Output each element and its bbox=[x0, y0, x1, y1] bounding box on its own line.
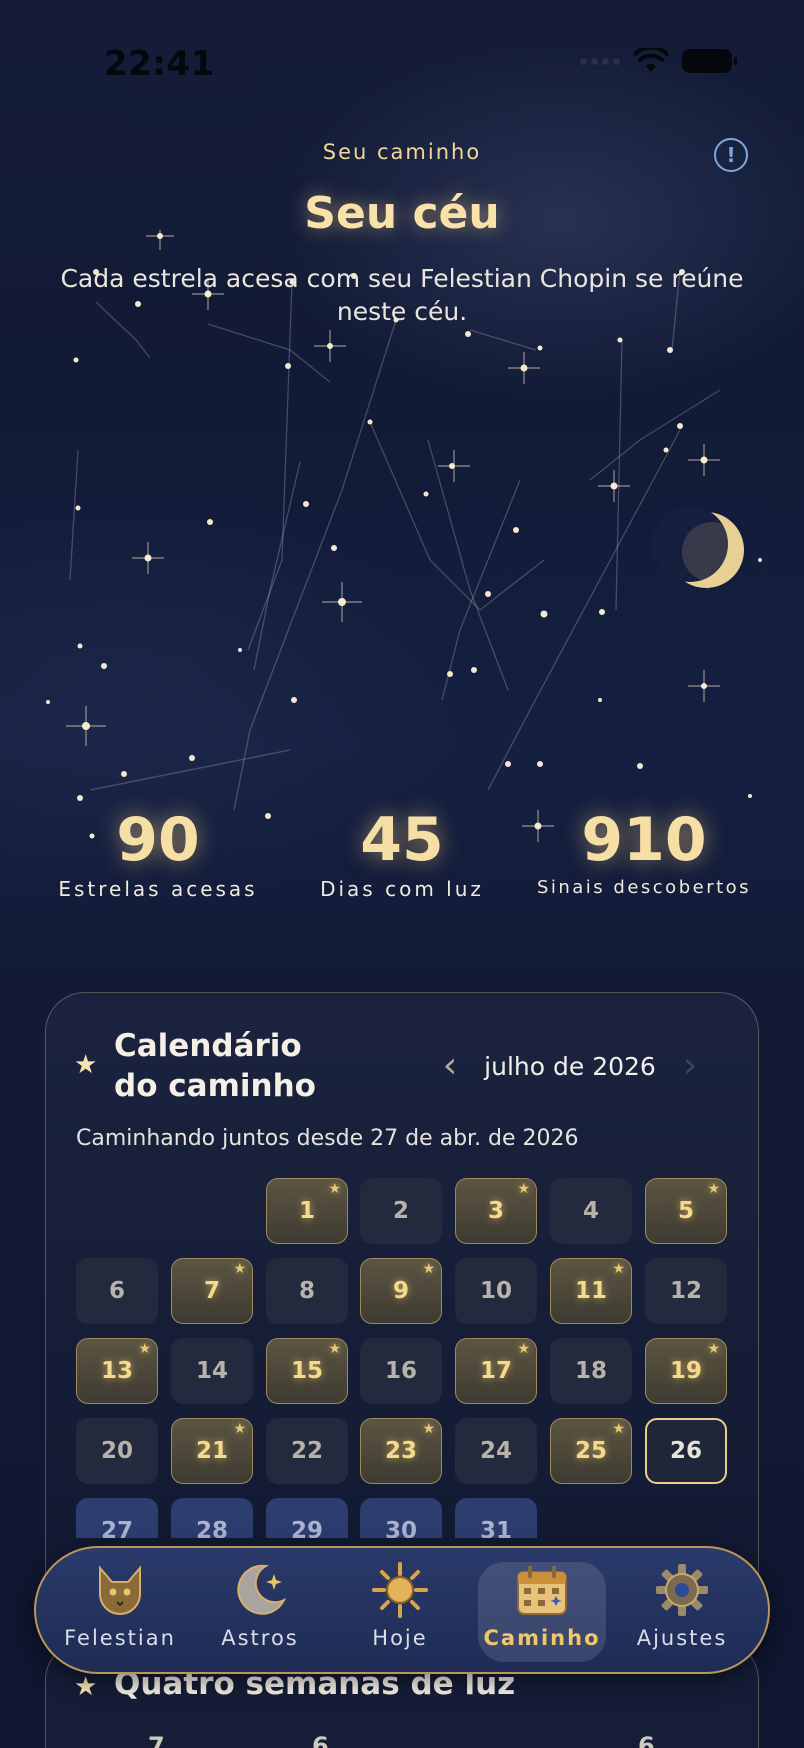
calendar-day[interactable]: 2 bbox=[360, 1178, 442, 1244]
cat-icon bbox=[99, 1565, 141, 1615]
status-icons bbox=[580, 48, 737, 74]
calendar-day[interactable]: 25 bbox=[550, 1418, 632, 1484]
page-eyebrow: Seu caminho bbox=[322, 140, 482, 164]
calendar-grid: 1234567891011121314151617181920212223242… bbox=[76, 1178, 728, 1538]
stat-stars: 90 Estrelas acesas bbox=[40, 805, 276, 901]
calendar-day[interactable]: 24 bbox=[455, 1418, 537, 1484]
calendar-day[interactable]: 30 bbox=[360, 1498, 442, 1538]
calendar-day[interactable]: 21 bbox=[171, 1418, 253, 1484]
star-icon: ★ bbox=[74, 1050, 98, 1080]
calendar-day[interactable]: 26 bbox=[645, 1418, 727, 1484]
calendar-day[interactable]: 6 bbox=[76, 1258, 158, 1324]
star-icon: ★ bbox=[74, 1672, 98, 1702]
stat-days-value: 45 bbox=[360, 805, 444, 875]
week-value: 7 bbox=[148, 1732, 165, 1748]
tab-label: Hoje bbox=[372, 1626, 428, 1650]
week-value: 6 bbox=[638, 1732, 655, 1748]
moon-icon bbox=[237, 1564, 287, 1615]
tab-hoje[interactable]: Hoje bbox=[330, 1556, 470, 1666]
stat-stars-value: 90 bbox=[116, 805, 200, 875]
battery-icon bbox=[682, 49, 737, 73]
month-navigation: ‹ julho de 2026 › bbox=[430, 1048, 710, 1084]
stat-signals: 910 Sinais descobertos bbox=[530, 805, 758, 898]
week-value: 6 bbox=[312, 1732, 329, 1748]
calendar-day[interactable]: 1 bbox=[266, 1178, 348, 1244]
calendar-day[interactable]: 31 bbox=[455, 1498, 537, 1538]
stat-signals-value: 910 bbox=[581, 805, 707, 875]
sun-icon bbox=[372, 1562, 428, 1618]
tab-caminho[interactable]: Caminho bbox=[472, 1556, 612, 1666]
status-time: 22:41 bbox=[104, 44, 215, 84]
calendar-day[interactable]: 15 bbox=[266, 1338, 348, 1404]
prev-month-button[interactable]: ‹ bbox=[430, 1048, 470, 1084]
stat-days-label: Dias com luz bbox=[320, 877, 484, 901]
calendar-day[interactable]: 20 bbox=[76, 1418, 158, 1484]
stat-days: 45 Dias com luz bbox=[302, 805, 502, 901]
calendar-day[interactable]: 16 bbox=[360, 1338, 442, 1404]
calendar-day[interactable]: 7 bbox=[171, 1258, 253, 1324]
together-since-text: Caminhando juntos desde 27 de abr. de 20… bbox=[76, 1126, 579, 1151]
calendar-day[interactable]: 29 bbox=[266, 1498, 348, 1538]
calendar-day[interactable]: 27 bbox=[76, 1498, 158, 1538]
calendar-day[interactable]: 8 bbox=[266, 1258, 348, 1324]
calendar-day[interactable]: 5 bbox=[645, 1178, 727, 1244]
calendar-day[interactable]: 17 bbox=[455, 1338, 537, 1404]
tab-ajustes[interactable]: Ajustes bbox=[612, 1556, 752, 1666]
gear-icon bbox=[656, 1564, 708, 1616]
calendar-day[interactable]: 22 bbox=[266, 1418, 348, 1484]
tab-label: Ajustes bbox=[636, 1626, 728, 1650]
stat-stars-label: Estrelas acesas bbox=[58, 877, 258, 901]
info-button[interactable]: ! bbox=[714, 138, 748, 172]
tab-label: Felestian bbox=[64, 1626, 176, 1650]
stat-signals-label: Sinais descobertos bbox=[536, 877, 752, 898]
calendar-day[interactable]: 14 bbox=[171, 1338, 253, 1404]
tab-label: Caminho bbox=[483, 1626, 601, 1650]
calendar-day[interactable]: 19 bbox=[645, 1338, 727, 1404]
calendar-day[interactable]: 10 bbox=[455, 1258, 537, 1324]
signal-icon bbox=[580, 57, 620, 65]
calendar-day[interactable]: 13 bbox=[76, 1338, 158, 1404]
calendar-day[interactable]: 18 bbox=[550, 1338, 632, 1404]
tab-astros[interactable]: Astros bbox=[190, 1556, 330, 1666]
tab-felestian[interactable]: Felestian bbox=[50, 1556, 190, 1666]
tab-label: Astros bbox=[221, 1626, 299, 1650]
calendar-day[interactable]: 23 bbox=[360, 1418, 442, 1484]
next-month-button[interactable]: › bbox=[670, 1048, 710, 1084]
calendar-day[interactable]: 9 bbox=[360, 1258, 442, 1324]
calendar-icon bbox=[517, 1566, 567, 1615]
calendar-title: Calendário do caminho bbox=[114, 1028, 316, 1104]
month-label: julho de 2026 bbox=[484, 1051, 656, 1081]
info-icon: ! bbox=[726, 143, 736, 167]
calendar-day[interactable]: 28 bbox=[171, 1498, 253, 1538]
calendar-day[interactable]: 3 bbox=[455, 1178, 537, 1244]
wifi-icon bbox=[634, 48, 668, 72]
calendar-day[interactable]: 4 bbox=[550, 1178, 632, 1244]
calendar-day[interactable]: 12 bbox=[645, 1258, 727, 1324]
calendar-day[interactable]: 11 bbox=[550, 1258, 632, 1324]
